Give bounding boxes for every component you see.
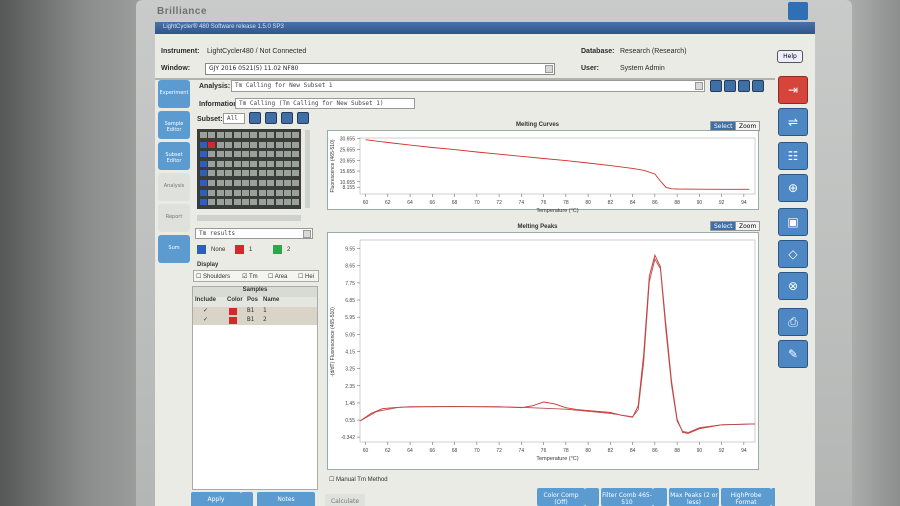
x-tick-label: 92: [719, 200, 725, 206]
x-tick-label: 66: [430, 448, 436, 454]
x-axis-label: Temperature (°C): [536, 208, 578, 214]
y-tick-label: 7.75: [345, 281, 355, 287]
x-tick-label: 88: [674, 448, 680, 454]
x-tick-label: 70: [474, 448, 480, 454]
tools-icon[interactable]: ✎: [778, 340, 808, 368]
y-tick-label: 2.35: [345, 384, 355, 390]
y-tick-label: 0.55: [345, 418, 355, 424]
x-tick-label: 74: [519, 448, 525, 454]
x-tick-label: 92: [719, 448, 725, 454]
x-tick-label: 62: [385, 448, 391, 454]
plot-area: [359, 239, 756, 443]
y-tick-label: 30.655: [340, 137, 356, 143]
x-tick-label: 74: [519, 200, 525, 206]
y-tick-label: 6.85: [345, 298, 355, 304]
y-tick-label: 8.65: [345, 264, 355, 270]
melting-charts: Melting Curves 60 62 64 66 68 70 72 74 76 78 80 82 84…: [330, 122, 756, 462]
y-tick-label: 5.05: [345, 332, 355, 338]
screen: LightCycler® 480 Software release 1.5.0 …: [155, 22, 815, 506]
globe-icon[interactable]: ⊕: [778, 174, 808, 202]
save-icon[interactable]: ▣: [778, 208, 808, 236]
x-tick-label: 90: [697, 200, 703, 206]
y-tick-label: 20.655: [340, 158, 356, 164]
x-tick-label: 82: [608, 200, 614, 206]
close-icon[interactable]: ⊗: [778, 272, 808, 300]
x-tick-label: 82: [608, 448, 614, 454]
x-tick-label: 78: [563, 448, 569, 454]
x-tick-label: 62: [385, 200, 391, 206]
print-icon[interactable]: ⎙: [778, 308, 808, 336]
x-tick-label: 66: [430, 200, 436, 206]
y-tick-label: 5.95: [345, 315, 355, 321]
x-tick-label: 86: [652, 448, 658, 454]
y-tick-label: -0.342: [341, 435, 355, 441]
x-axis-label: Temperature (°C): [536, 456, 578, 462]
x-tick-label: 84: [630, 200, 636, 206]
x-tick-label: 60: [363, 200, 369, 206]
navigator-icon[interactable]: ⇌: [778, 108, 808, 136]
monitor-button[interactable]: [788, 2, 808, 20]
tree-icon[interactable]: ☷: [778, 142, 808, 170]
y-tick-label: 8.155: [342, 185, 355, 191]
monitor-brand: Brilliance: [157, 6, 208, 17]
x-tick-label: 80: [585, 200, 591, 206]
x-tick-label: 86: [652, 200, 658, 206]
move-icon[interactable]: ◇: [778, 240, 808, 268]
y-tick-label: 4.15: [345, 349, 355, 355]
x-tick-label: 64: [407, 448, 413, 454]
y-tick-label: 25.655: [340, 148, 356, 154]
chart-title: Melting Curves: [516, 122, 560, 128]
x-tick-label: 94: [741, 448, 747, 454]
background-wall: [0, 0, 140, 506]
x-tick-label: 94: [741, 200, 747, 206]
y-tick-label: 3.25: [345, 367, 355, 373]
y-tick-label: 15.655: [340, 169, 356, 175]
x-tick-label: 76: [541, 448, 547, 454]
y-axis-label: Fluorescence (465-510): [330, 139, 336, 192]
x-tick-label: 60: [363, 448, 369, 454]
x-tick-label: 88: [674, 200, 680, 206]
x-tick-label: 80: [585, 448, 591, 454]
x-tick-label: 64: [407, 200, 413, 206]
right-toolbar: ⇥ ⇌ ☷ ⊕ ▣ ◇ ⊗ ⎙ ✎: [775, 72, 815, 506]
x-tick-label: 78: [563, 200, 569, 206]
exit-icon[interactable]: ⇥: [778, 76, 808, 104]
x-tick-label: 84: [630, 448, 636, 454]
chart-title: Melting Peaks: [517, 224, 558, 230]
y-axis-label: -(d/dT) Fluorescence (465-510): [330, 307, 336, 377]
y-tick-label: 9.55: [345, 247, 355, 253]
y-tick-label: 1.45: [345, 401, 355, 407]
x-tick-label: 90: [697, 448, 703, 454]
x-tick-label: 72: [496, 200, 502, 206]
x-tick-label: 68: [452, 200, 458, 206]
x-tick-label: 68: [452, 448, 458, 454]
x-tick-label: 76: [541, 200, 547, 206]
x-tick-label: 72: [496, 448, 502, 454]
x-tick-label: 70: [474, 200, 480, 206]
